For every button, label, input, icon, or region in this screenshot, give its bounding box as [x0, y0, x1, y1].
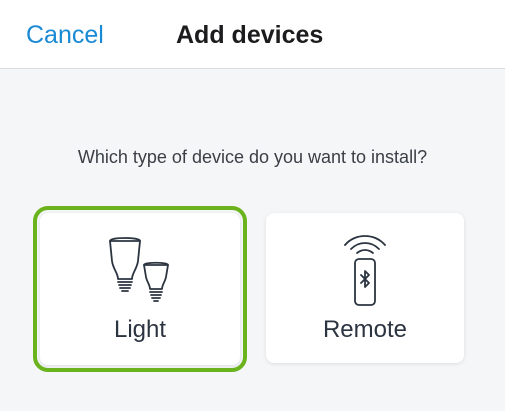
device-option-label: Remote — [322, 316, 408, 343]
cancel-button[interactable]: Cancel — [26, 20, 104, 50]
device-option-remote[interactable]: Remote — [266, 213, 464, 363]
page-title: Add devices — [176, 21, 324, 49]
light-bulbs-icon — [102, 235, 178, 316]
device-option-light[interactable]: Light — [33, 206, 247, 372]
bluetooth-remote-icon — [337, 231, 393, 312]
nav-bar: Cancel Add devices — [0, 0, 505, 69]
device-option-label: Light — [113, 316, 167, 343]
device-type-question: Which type of device do you want to inst… — [77, 147, 428, 167]
